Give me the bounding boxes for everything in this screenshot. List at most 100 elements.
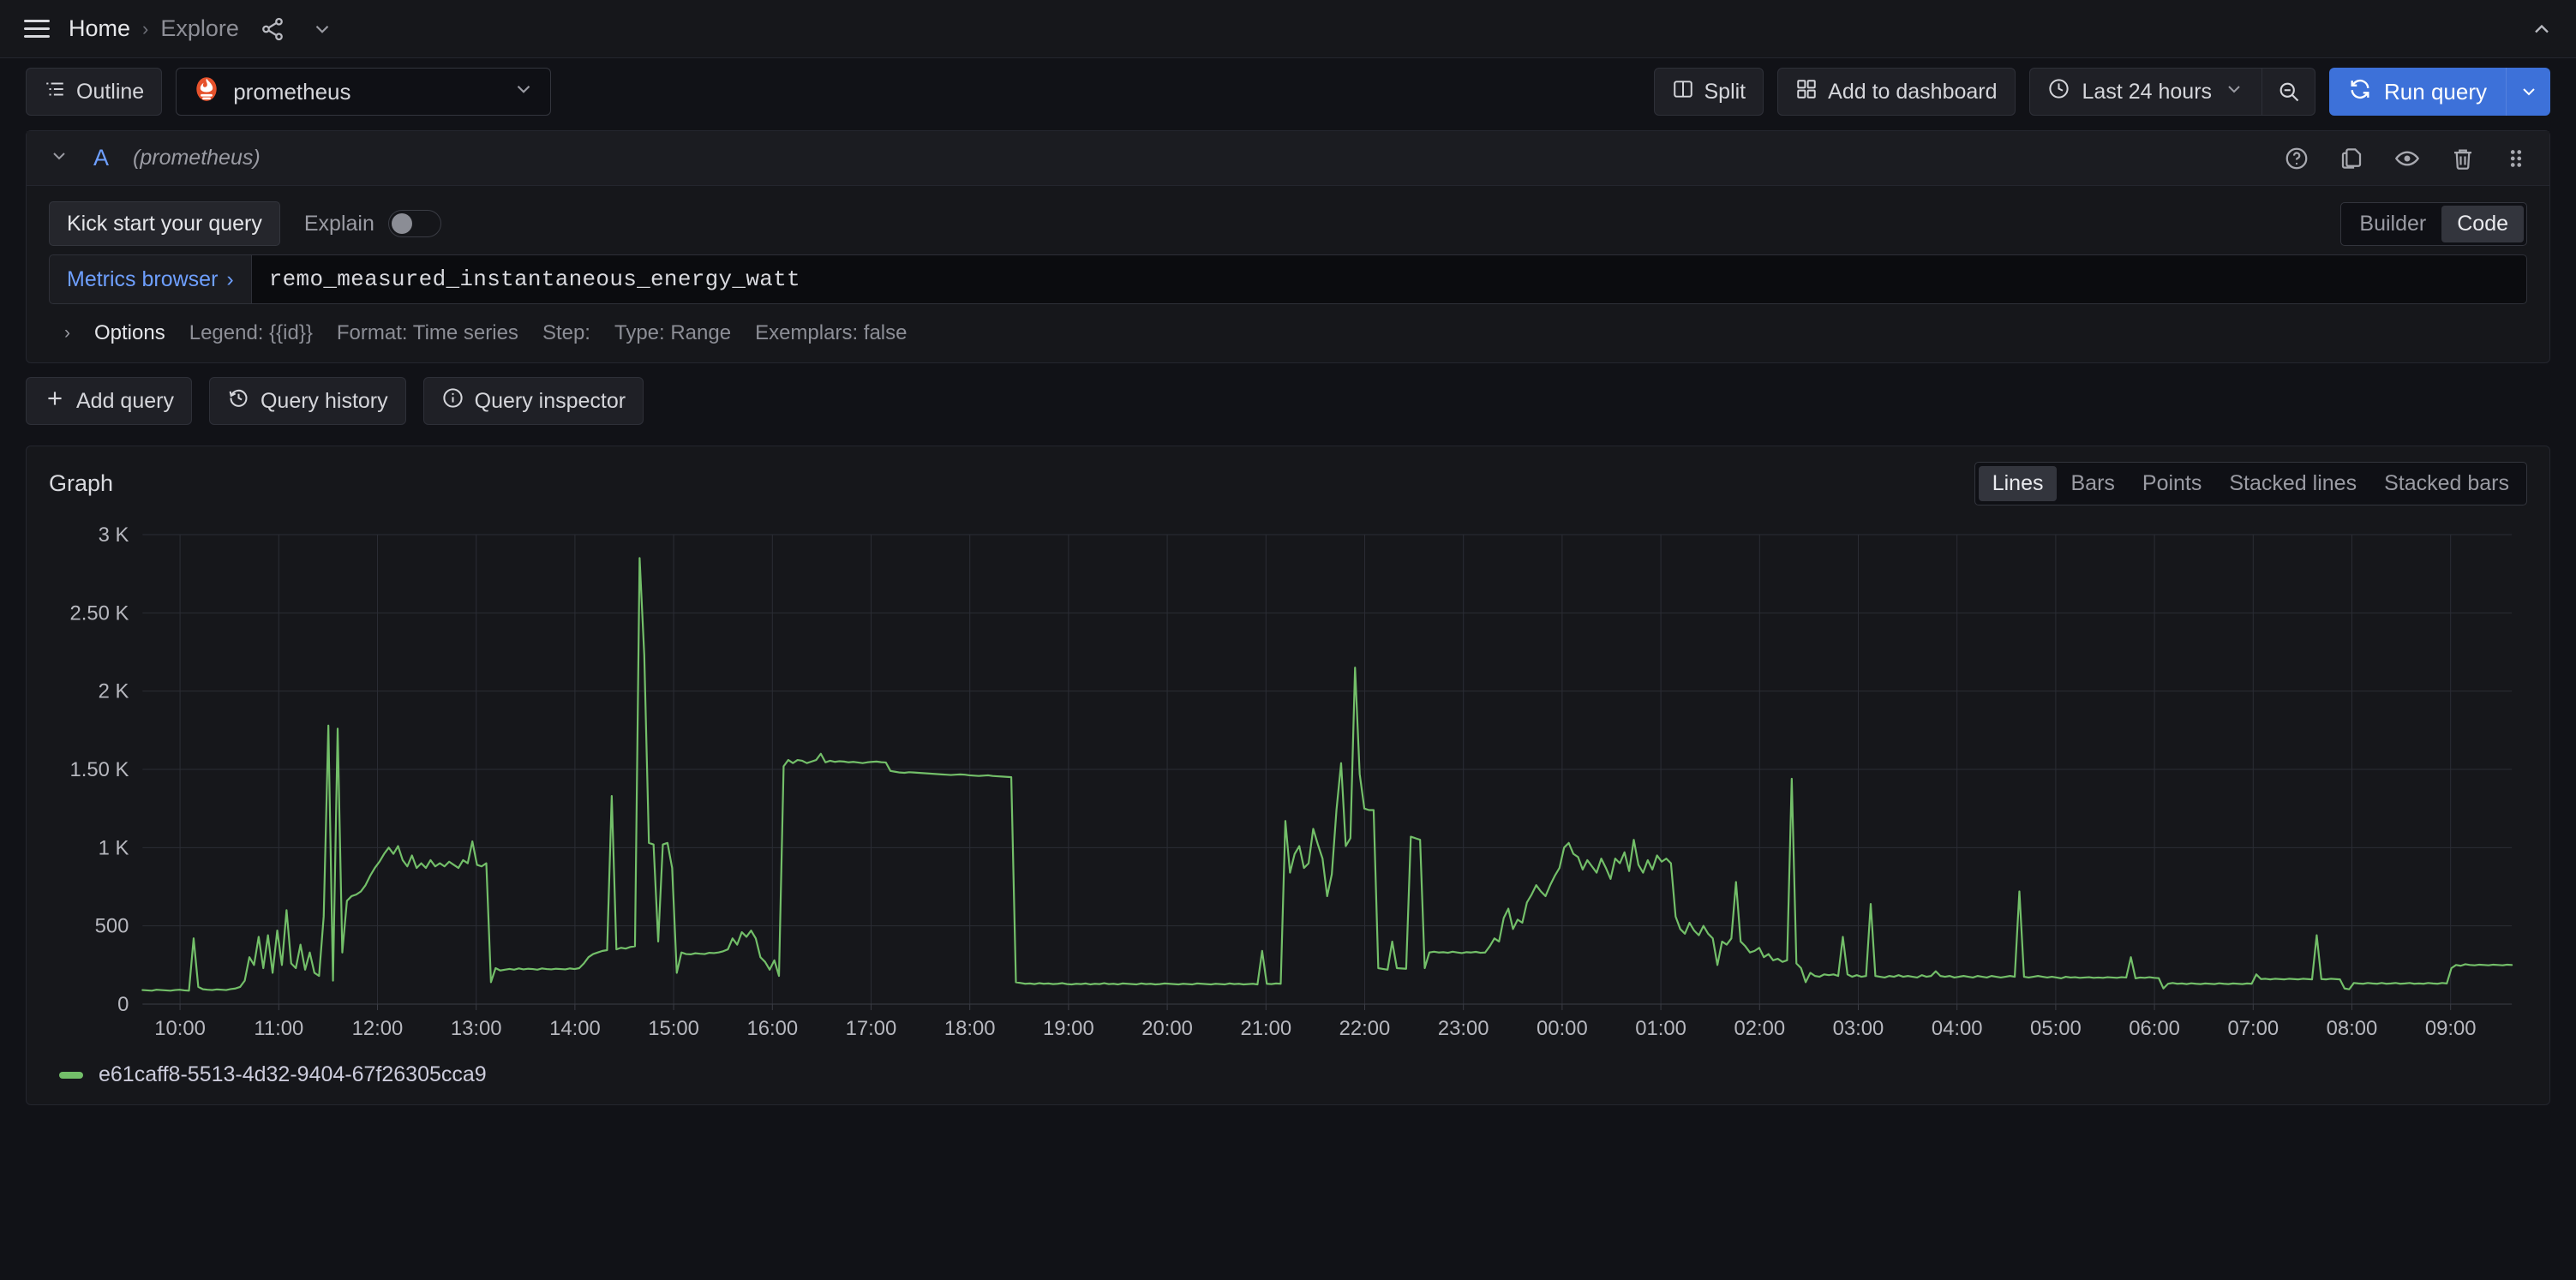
metrics-browser-label: Metrics browser xyxy=(67,266,219,291)
add-to-dashboard-button[interactable]: Add to dashboard xyxy=(1777,68,2016,116)
svg-text:18:00: 18:00 xyxy=(944,1017,996,1040)
svg-text:13:00: 13:00 xyxy=(451,1017,502,1040)
clock-icon xyxy=(2047,77,2070,106)
svg-text:10:00: 10:00 xyxy=(154,1017,206,1040)
query-history-button[interactable]: Query history xyxy=(208,377,406,425)
options-expand-caret-icon[interactable]: › xyxy=(64,323,70,344)
options-label[interactable]: Options xyxy=(94,321,165,345)
query-actions-row: Add query Query history Query inspector xyxy=(0,363,2576,425)
time-range-chevron-down-icon xyxy=(2224,79,2244,105)
zoom-out-icon[interactable] xyxy=(2262,68,2316,116)
graph-legend: e61caff8-5513-4d32-9404-67f26305cca9 xyxy=(27,1054,2549,1104)
datasource-picker[interactable]: prometheus xyxy=(176,68,552,116)
add-query-button[interactable]: Add query xyxy=(26,377,192,425)
graph-plot-area[interactable]: 0 500 1 K 1.50 K 2 K 2.50 K 3 K 10:00 11:00 12:00… xyxy=(27,511,2549,1054)
explain-label: Explain xyxy=(303,211,374,236)
query-row-actions xyxy=(2284,145,2527,172)
query-editor-card: A (prometheus) Kick start your query Exp… xyxy=(26,130,2550,363)
svg-text:2 K: 2 K xyxy=(99,680,129,703)
query-collapse-caret-icon[interactable] xyxy=(49,146,69,171)
svg-text:00:00: 00:00 xyxy=(1537,1017,1588,1040)
svg-text:19:00: 19:00 xyxy=(1043,1017,1094,1040)
svg-text:21:00: 21:00 xyxy=(1240,1017,1291,1040)
outline-button-label: Outline xyxy=(76,79,145,104)
kick-start-query-button[interactable]: Kick start your query xyxy=(49,201,280,246)
svg-text:3 K: 3 K xyxy=(99,523,129,547)
option-exemplars: Exemplars: false xyxy=(755,321,908,344)
viz-option-stacked-bars[interactable]: Stacked bars xyxy=(2370,466,2523,501)
split-button-label: Split xyxy=(1704,79,1746,104)
svg-text:07:00: 07:00 xyxy=(2227,1017,2279,1040)
svg-text:06:00: 06:00 xyxy=(2129,1017,2180,1040)
run-query-group: Run query xyxy=(2329,68,2550,116)
timeseries-chart[interactable]: 0 500 1 K 1.50 K 2 K 2.50 K 3 K 10:00 11:00 12:00… xyxy=(49,523,2527,1054)
explain-toggle-switch[interactable] xyxy=(387,210,441,237)
add-to-dashboard-label: Add to dashboard xyxy=(1828,79,1998,104)
time-range-label: Last 24 hours xyxy=(2082,79,2213,104)
query-inspector-button[interactable]: Query inspector xyxy=(422,377,644,425)
option-legend: Legend: {{id}} xyxy=(189,321,313,344)
svg-text:2.50 K: 2.50 K xyxy=(70,601,129,625)
query-inspector-label: Query inspector xyxy=(474,388,626,413)
metrics-browser-chevron-right-icon: › xyxy=(226,266,234,291)
trash-icon[interactable] xyxy=(2450,146,2476,171)
legend-series-label[interactable]: e61caff8-5513-4d32-9404-67f26305cca9 xyxy=(99,1062,487,1087)
svg-text:09:00: 09:00 xyxy=(2425,1017,2477,1040)
split-panes-icon xyxy=(1672,78,1694,106)
promql-query-input[interactable]: remo_measured_instantaneous_energy_watt xyxy=(250,254,2527,304)
viz-option-bars[interactable]: Bars xyxy=(2057,466,2128,501)
help-circle-icon[interactable] xyxy=(2284,146,2309,171)
svg-text:16:00: 16:00 xyxy=(746,1017,798,1040)
nav-dropdown-chevron-down-icon[interactable] xyxy=(306,13,338,45)
viz-option-points[interactable]: Points xyxy=(2129,466,2215,501)
svg-text:05:00: 05:00 xyxy=(2030,1017,2082,1040)
visualization-type-picker: Lines Bars Points Stacked lines Stacked … xyxy=(1974,462,2527,505)
collapse-topnav-chevron-up-icon[interactable] xyxy=(2530,17,2554,41)
time-range-picker[interactable]: Last 24 hours xyxy=(2028,68,2263,116)
editor-mode-code[interactable]: Code xyxy=(2441,205,2524,242)
copy-duplicate-icon[interactable] xyxy=(2339,146,2364,171)
editor-mode-toggle: Builder Code xyxy=(2340,201,2527,246)
query-ref-id[interactable]: A xyxy=(93,145,109,171)
svg-text:15:00: 15:00 xyxy=(648,1017,699,1040)
query-options-row: Kick start your query Explain Builder Co… xyxy=(27,186,2549,254)
outline-button[interactable]: Outline xyxy=(26,68,163,116)
breadcrumb: Home › Explore xyxy=(69,15,239,42)
split-button[interactable]: Split xyxy=(1653,68,1764,116)
svg-text:14:00: 14:00 xyxy=(549,1017,601,1040)
eye-icon[interactable] xyxy=(2393,145,2421,172)
svg-text:0: 0 xyxy=(117,993,129,1016)
explain-toggle-group: Explain xyxy=(304,210,441,237)
prometheus-logo-icon xyxy=(192,75,221,110)
viz-option-lines[interactable]: Lines xyxy=(1978,466,2058,501)
metrics-browser-button[interactable]: Metrics browser › xyxy=(49,254,251,304)
run-query-chevron-down-icon[interactable] xyxy=(2506,68,2550,116)
editor-mode-builder[interactable]: Builder xyxy=(2344,206,2441,242)
datasource-name: prometheus xyxy=(233,78,351,105)
svg-text:04:00: 04:00 xyxy=(1932,1017,1983,1040)
graph-panel-title: Graph xyxy=(49,470,114,496)
svg-text:08:00: 08:00 xyxy=(2327,1017,2378,1040)
query-datasource-hint: (prometheus) xyxy=(133,146,261,170)
graph-panel: Graph Lines Bars Points Stacked lines St… xyxy=(26,446,2550,1105)
add-query-label: Add query xyxy=(76,388,174,413)
svg-text:12:00: 12:00 xyxy=(352,1017,404,1040)
breadcrumb-separator: › xyxy=(142,17,149,39)
history-icon xyxy=(227,386,250,416)
top-navigation-bar: Home › Explore xyxy=(0,0,2576,58)
viz-option-stacked-lines[interactable]: Stacked lines xyxy=(2215,466,2370,501)
breadcrumb-home[interactable]: Home xyxy=(69,15,130,42)
drag-handle-icon[interactable] xyxy=(2505,146,2527,171)
run-query-button[interactable]: Run query xyxy=(2329,68,2506,116)
plus-icon xyxy=(44,387,66,416)
share-nodes-icon[interactable] xyxy=(256,13,289,45)
svg-text:03:00: 03:00 xyxy=(1833,1017,1884,1040)
option-step: Step: xyxy=(542,321,590,344)
outline-list-icon xyxy=(44,78,66,106)
query-history-label: Query history xyxy=(260,388,388,413)
legend-color-swatch xyxy=(59,1071,83,1079)
breadcrumb-explore[interactable]: Explore xyxy=(160,15,239,42)
query-row-header: A (prometheus) xyxy=(27,131,2549,186)
hamburger-menu-icon[interactable] xyxy=(22,15,51,44)
svg-text:500: 500 xyxy=(95,915,129,938)
